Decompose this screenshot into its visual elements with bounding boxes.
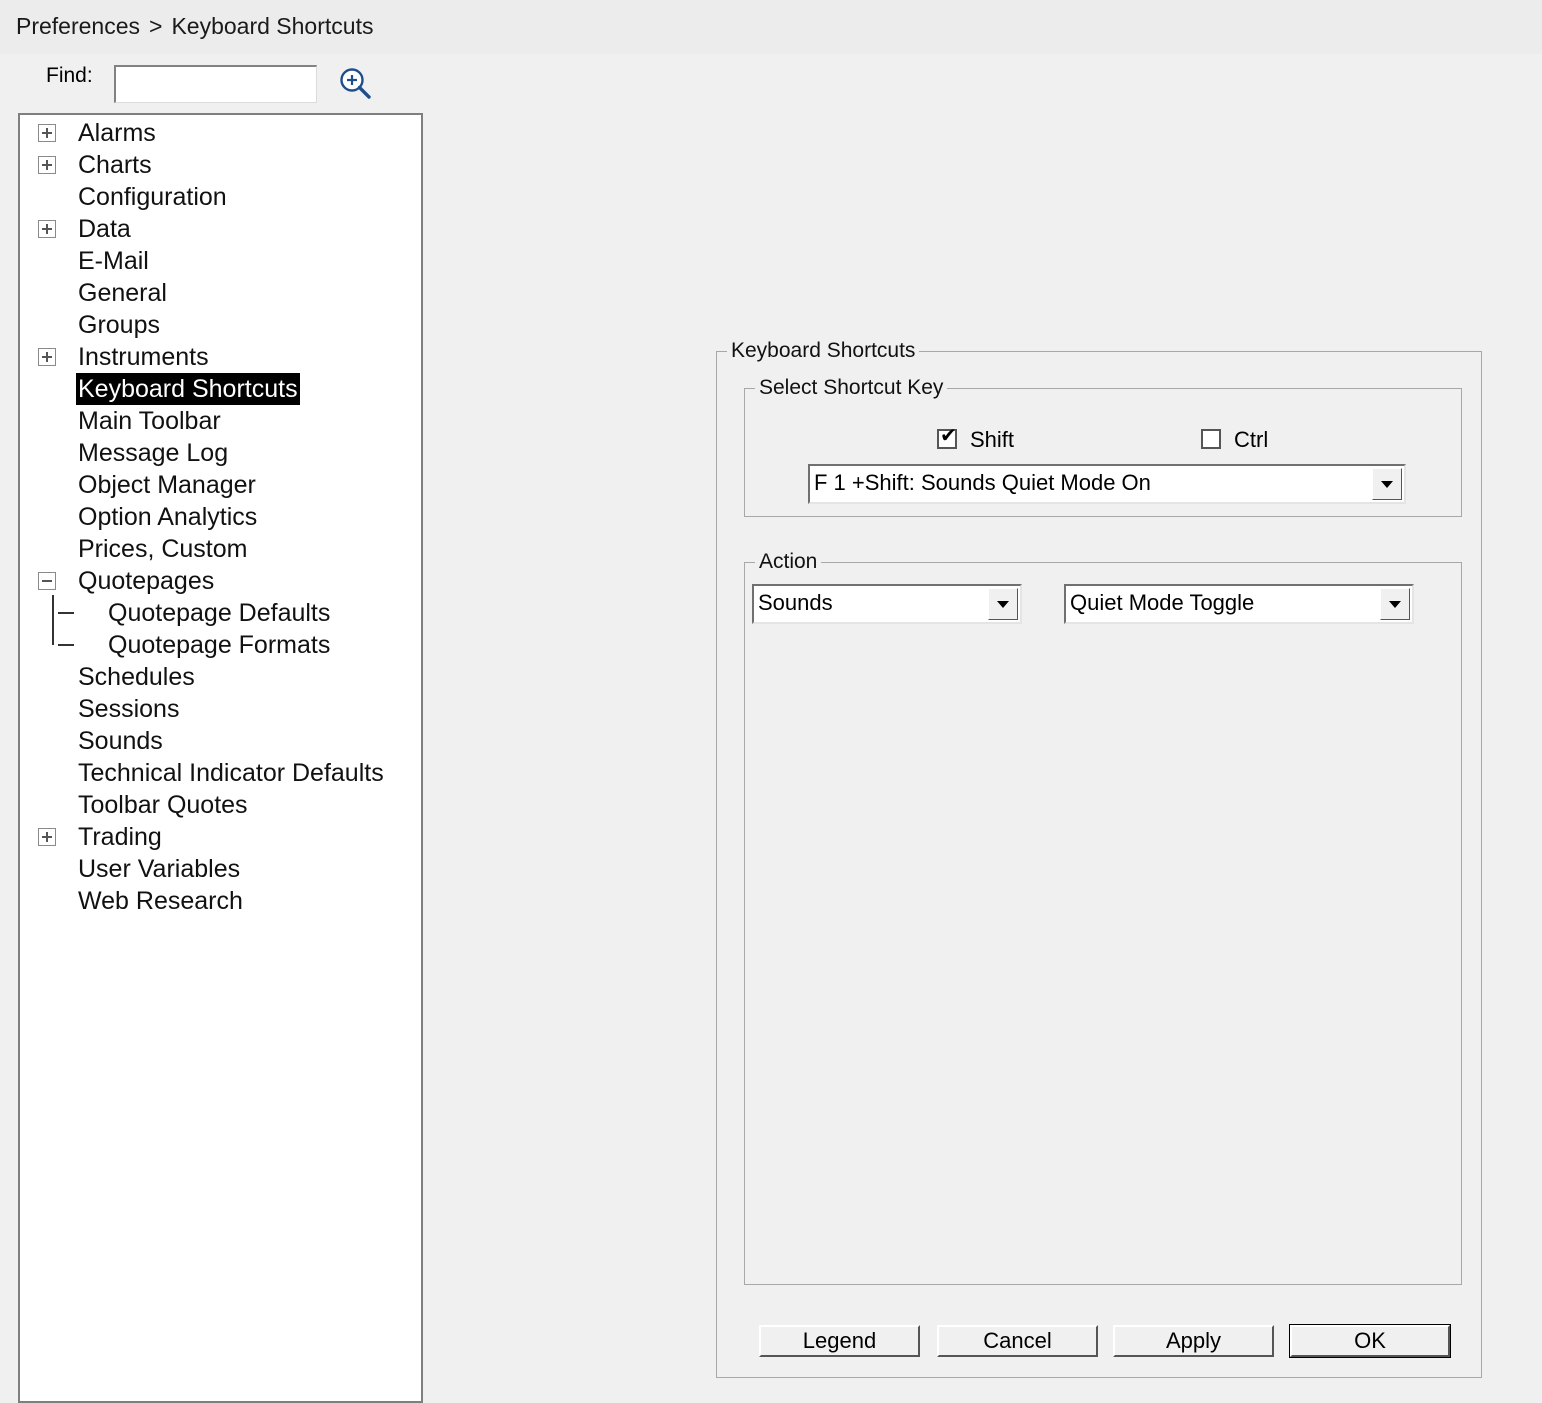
tree-item-object-manager[interactable]: Object Manager bbox=[76, 469, 258, 501]
tree-item-general[interactable]: General bbox=[76, 277, 169, 309]
breadcrumb: Preferences > Keyboard Shortcuts bbox=[0, 0, 1542, 54]
expand-data-icon[interactable] bbox=[38, 220, 56, 238]
tree-item-message-log[interactable]: Message Log bbox=[76, 437, 230, 469]
legend-button[interactable]: Legend bbox=[759, 1325, 920, 1357]
tree-item-quotepage-formats[interactable]: Quotepage Formats bbox=[106, 629, 332, 661]
action-category-dropdown[interactable]: Sounds bbox=[752, 584, 1022, 624]
shortcut-key-value: F 1 +Shift: Sounds Quiet Mode On bbox=[814, 470, 1151, 495]
action-title: Action bbox=[759, 550, 818, 573]
tree-item-data[interactable]: Data bbox=[76, 213, 133, 245]
tree-item-sessions[interactable]: Sessions bbox=[76, 693, 181, 725]
keyboard-shortcuts-title: Keyboard Shortcuts bbox=[731, 339, 916, 362]
breadcrumb-parent[interactable]: Preferences bbox=[16, 13, 140, 39]
tree-item-sounds[interactable]: Sounds bbox=[76, 725, 165, 757]
ctrl-checkbox[interactable]: ✔ bbox=[1201, 429, 1221, 449]
expand-charts-icon[interactable] bbox=[38, 156, 56, 174]
tree-item-schedules[interactable]: Schedules bbox=[76, 661, 197, 693]
chevron-down-icon[interactable] bbox=[1380, 588, 1410, 620]
action-command-dropdown[interactable]: Quiet Mode Toggle bbox=[1064, 584, 1414, 624]
tree-item-quotepages[interactable]: Quotepages bbox=[76, 565, 216, 597]
shift-checkbox[interactable]: ✔ bbox=[937, 425, 957, 449]
shortcut-key-dropdown[interactable]: F 1 +Shift: Sounds Quiet Mode On bbox=[808, 464, 1406, 504]
tree-item-quotepage-defaults[interactable]: Quotepage Defaults bbox=[106, 597, 332, 629]
cancel-button[interactable]: Cancel bbox=[937, 1325, 1098, 1357]
tree-connector bbox=[52, 595, 54, 629]
tree-item-charts[interactable]: Charts bbox=[76, 149, 154, 181]
checkmark-icon: ✔ bbox=[940, 425, 957, 447]
find-label: Find: bbox=[46, 64, 93, 87]
action-group: Action bbox=[744, 551, 1462, 1285]
action-command-value: Quiet Mode Toggle bbox=[1070, 590, 1255, 615]
breadcrumb-current: Keyboard Shortcuts bbox=[171, 13, 374, 39]
preferences-tree[interactable]: Alarms Charts Configuration Data E-Mail Gener… bbox=[18, 113, 423, 1403]
tree-item-keyboard-shortcuts[interactable]: Keyboard Shortcuts bbox=[76, 373, 300, 405]
ctrl-label: Ctrl bbox=[1234, 427, 1269, 452]
chevron-down-icon[interactable] bbox=[988, 588, 1018, 620]
tree-item-instruments[interactable]: Instruments bbox=[76, 341, 211, 373]
tree-item-trading[interactable]: Trading bbox=[76, 821, 164, 853]
find-input[interactable] bbox=[114, 65, 317, 103]
tree-item-user-variables[interactable]: User Variables bbox=[76, 853, 242, 885]
tree-item-option-analytics[interactable]: Option Analytics bbox=[76, 501, 259, 533]
expand-instruments-icon[interactable] bbox=[38, 348, 56, 366]
tree-connector bbox=[58, 644, 74, 646]
zoom-in-icon[interactable] bbox=[338, 66, 372, 100]
tree-item-groups[interactable]: Groups bbox=[76, 309, 162, 341]
apply-button[interactable]: Apply bbox=[1113, 1325, 1274, 1357]
tree-item-main-toolbar[interactable]: Main Toolbar bbox=[76, 405, 223, 437]
expand-alarms-icon[interactable] bbox=[38, 124, 56, 142]
select-shortcut-key-title: Select Shortcut Key bbox=[759, 376, 944, 399]
shift-label: Shift bbox=[970, 427, 1015, 452]
action-category-value: Sounds bbox=[758, 590, 833, 615]
tree-item-alarms[interactable]: Alarms bbox=[76, 117, 158, 149]
chevron-down-icon[interactable] bbox=[1372, 468, 1402, 500]
tree-item-configuration[interactable]: Configuration bbox=[76, 181, 229, 213]
collapse-quotepages-icon[interactable] bbox=[38, 572, 56, 590]
tree-item-toolbar-quotes[interactable]: Toolbar Quotes bbox=[76, 789, 250, 821]
ok-button[interactable]: OK bbox=[1289, 1324, 1451, 1358]
expand-trading-icon[interactable] bbox=[38, 828, 56, 846]
breadcrumb-separator: > bbox=[149, 13, 163, 39]
tree-connector bbox=[52, 627, 54, 645]
tree-item-web-research[interactable]: Web Research bbox=[76, 885, 245, 917]
tree-item-e-mail[interactable]: E-Mail bbox=[76, 245, 151, 277]
tree-item-prices-custom[interactable]: Prices, Custom bbox=[76, 533, 249, 565]
tree-connector bbox=[58, 612, 74, 614]
tree-item-technical-indicator-defaults[interactable]: Technical Indicator Defaults bbox=[76, 757, 386, 789]
